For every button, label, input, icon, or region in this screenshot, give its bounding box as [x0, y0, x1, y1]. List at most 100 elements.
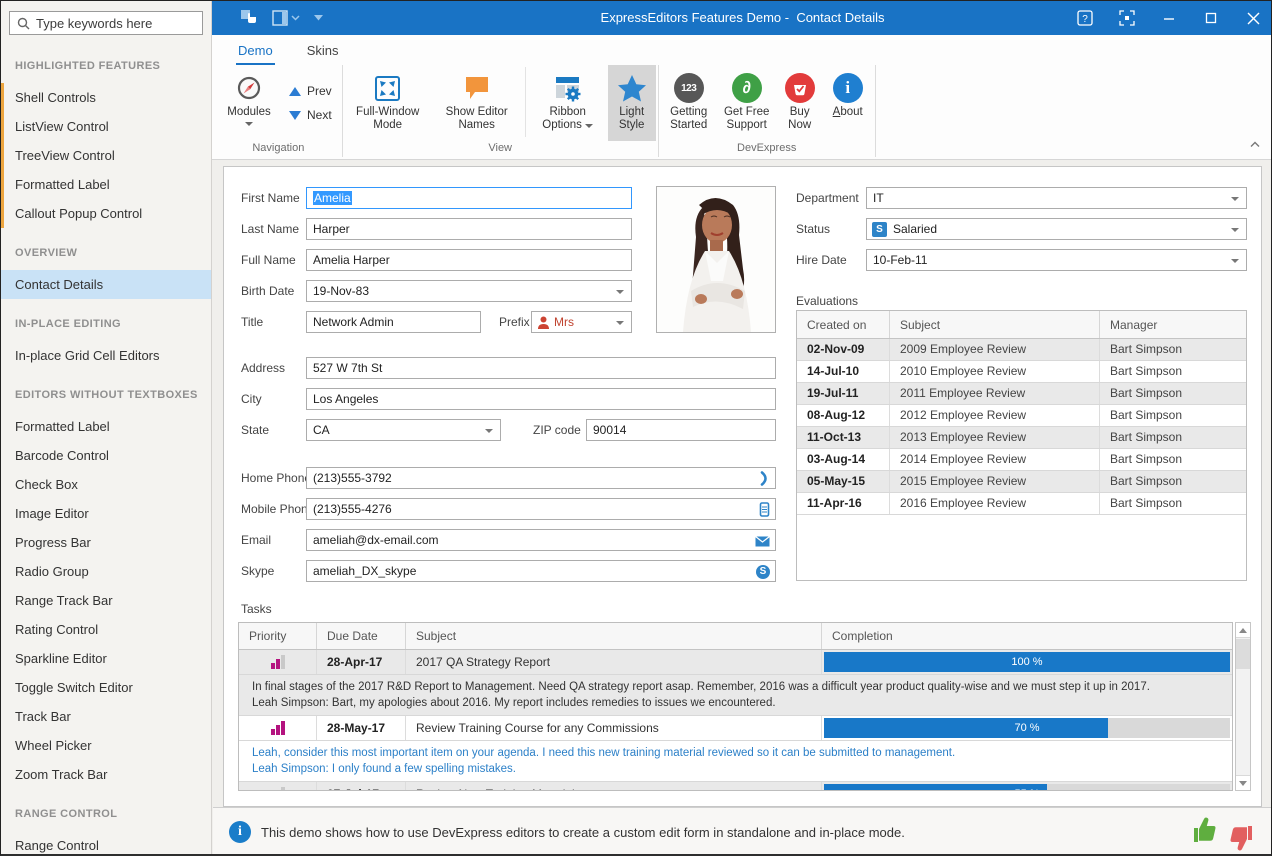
maximize-icon[interactable]: [1203, 10, 1219, 26]
evaluation-row[interactable]: 11-Apr-162016 Employee ReviewBart Simpso…: [797, 493, 1246, 515]
scrollbar-thumb[interactable]: [1236, 639, 1250, 669]
mobile-phone-icon: [759, 502, 770, 517]
tab-skins[interactable]: Skins: [305, 39, 341, 65]
next-button[interactable]: Next: [289, 108, 332, 122]
task-row[interactable]: 28-Apr-172017 QA Strategy Report100 %: [239, 650, 1232, 675]
address-input[interactable]: 527 W 7th St: [306, 357, 776, 379]
full-window-mode-button[interactable]: Full-Window Mode: [345, 65, 431, 141]
dropdown-arrow-icon[interactable]: [1231, 259, 1239, 263]
about-button[interactable]: i About: [823, 65, 873, 141]
status-combo[interactable]: S Salaried: [866, 218, 1247, 240]
dropdown-arrow-icon[interactable]: [485, 429, 493, 433]
scroll-up-icon[interactable]: [1236, 623, 1250, 638]
birth-date-combo[interactable]: 19-Nov-83: [306, 280, 632, 302]
sidebar-item-zoom-track-bar[interactable]: Zoom Track Bar: [1, 760, 211, 789]
evaluation-row[interactable]: 14-Jul-102010 Employee ReviewBart Simpso…: [797, 361, 1246, 383]
column-header-due-date[interactable]: Due Date: [317, 623, 406, 649]
sidebar-item-formatted-label[interactable]: Formatted Label: [1, 412, 211, 441]
evaluation-row[interactable]: 08-Aug-122012 Employee ReviewBart Simpso…: [797, 405, 1246, 427]
task-row[interactable]: 07-Jul-17Review New Training Material55 …: [239, 782, 1232, 791]
column-header-subject[interactable]: Subject: [890, 311, 1100, 338]
mobile-phone-input[interactable]: (213)555-4276: [306, 498, 776, 520]
eval-subject-cell: 2009 Employee Review: [890, 339, 1100, 360]
email-input[interactable]: ameliah@dx-email.com: [306, 529, 776, 551]
home-phone-input[interactable]: (213)555-3792: [306, 467, 776, 489]
get-free-support-button[interactable]: ∂ Get Free Support: [717, 65, 777, 141]
eval-manager-cell: Bart Simpson: [1100, 427, 1246, 448]
first-name-input[interactable]: Amelia: [306, 187, 632, 209]
column-header-manager[interactable]: Manager: [1100, 311, 1246, 338]
evaluation-row[interactable]: 03-Aug-142014 Employee ReviewBart Simpso…: [797, 449, 1246, 471]
sidebar-item-callout-popup-control[interactable]: Callout Popup Control: [1, 199, 211, 228]
help-icon[interactable]: ?: [1077, 10, 1093, 26]
scroll-down-icon[interactable]: [1236, 775, 1250, 790]
evaluation-row[interactable]: 02-Nov-092009 Employee ReviewBart Simpso…: [797, 339, 1246, 361]
minimize-icon[interactable]: [1161, 10, 1177, 26]
customize-toolbar-icon[interactable]: [272, 10, 288, 26]
touch-mode-icon[interactable]: [240, 9, 258, 27]
person-icon: [537, 316, 550, 330]
task-row[interactable]: 28-May-17Review Training Course for any …: [239, 716, 1232, 741]
city-input[interactable]: Los Angeles: [306, 388, 776, 410]
modules-button[interactable]: Modules: [217, 65, 281, 141]
evaluation-row[interactable]: 05-May-152015 Employee ReviewBart Simpso…: [797, 471, 1246, 493]
sidebar-item-range-track-bar[interactable]: Range Track Bar: [1, 586, 211, 615]
sidebar-item-sparkline-editor[interactable]: Sparkline Editor: [1, 644, 211, 673]
last-name-label: Last Name: [241, 218, 299, 240]
hire-date-combo[interactable]: 10-Feb-11: [866, 249, 1247, 271]
tab-demo[interactable]: Demo: [236, 39, 275, 65]
thumbs-up-icon[interactable]: [1191, 816, 1219, 846]
search-input[interactable]: [36, 16, 212, 31]
state-combo[interactable]: CA: [306, 419, 501, 441]
sidebar-item-in-place-grid-cell-editors[interactable]: In-place Grid Cell Editors: [1, 341, 211, 370]
tasks-scrollbar[interactable]: [1235, 622, 1251, 791]
sidebar-item-contact-details[interactable]: Contact Details: [1, 270, 211, 299]
title-input[interactable]: Network Admin: [306, 311, 481, 333]
sidebar-item-shell-controls[interactable]: Shell Controls: [1, 83, 211, 112]
qat-overflow-icon[interactable]: [314, 15, 323, 21]
fullscreen-icon[interactable]: [1119, 10, 1135, 26]
ribbon-options-button[interactable]: Ribbon Options: [528, 65, 608, 141]
full-name-input[interactable]: Amelia Harper: [306, 249, 632, 271]
dropdown-arrow-icon[interactable]: [1231, 228, 1239, 232]
sidebar-item-rating-control[interactable]: Rating Control: [1, 615, 211, 644]
collapse-ribbon-icon[interactable]: [1249, 135, 1261, 153]
sidebar-item-treeview-control[interactable]: TreeView Control: [1, 141, 211, 170]
sidebar-item-formatted-label[interactable]: Formatted Label: [1, 170, 211, 199]
close-icon[interactable]: [1245, 10, 1261, 26]
prefix-combo[interactable]: Mrs: [531, 311, 632, 333]
evaluation-row[interactable]: 19-Jul-112011 Employee ReviewBart Simpso…: [797, 383, 1246, 405]
sidebar-item-toggle-switch-editor[interactable]: Toggle Switch Editor: [1, 673, 211, 702]
prev-button[interactable]: Prev: [289, 84, 332, 98]
dropdown-arrow-icon[interactable]: [616, 290, 624, 294]
dropdown-arrow-icon[interactable]: [1231, 197, 1239, 201]
light-style-button[interactable]: Light Style: [608, 65, 656, 141]
skype-input[interactable]: ameliah_DX_skype S: [306, 560, 776, 582]
buy-now-button[interactable]: Buy Now: [777, 65, 823, 141]
sidebar-item-progress-bar[interactable]: Progress Bar: [1, 528, 211, 557]
column-header-completion[interactable]: Completion: [822, 623, 1232, 649]
last-name-input[interactable]: Harper: [306, 218, 632, 240]
column-header-created-on[interactable]: Created on: [797, 311, 890, 338]
sidebar-item-barcode-control[interactable]: Barcode Control: [1, 441, 211, 470]
toolbar-dropdown-icon[interactable]: [291, 15, 300, 21]
dropdown-arrow-icon[interactable]: [616, 321, 624, 325]
sidebar-item-wheel-picker[interactable]: Wheel Picker: [1, 731, 211, 760]
column-header-subject[interactable]: Subject: [406, 623, 822, 649]
zip-input[interactable]: 90014: [586, 419, 776, 441]
sidebar-item-check-box[interactable]: Check Box: [1, 470, 211, 499]
sidebar-item-image-editor[interactable]: Image Editor: [1, 499, 211, 528]
evaluation-row[interactable]: 11-Oct-132013 Employee ReviewBart Simpso…: [797, 427, 1246, 449]
sidebar-item-track-bar[interactable]: Track Bar: [1, 702, 211, 731]
sidebar-item-listview-control[interactable]: ListView Control: [1, 112, 211, 141]
thumbs-down-icon[interactable]: [1227, 822, 1255, 852]
column-header-priority[interactable]: Priority: [239, 623, 317, 649]
getting-started-button[interactable]: 123 Getting Started: [661, 65, 717, 141]
phone-icon: [760, 471, 770, 486]
department-combo[interactable]: IT: [866, 187, 1247, 209]
show-editor-names-button[interactable]: Show Editor Names: [431, 65, 523, 141]
sidebar-item-radio-group[interactable]: Radio Group: [1, 557, 211, 586]
ribbon: Demo Skins Modules: [212, 35, 1272, 160]
sidebar-item-range-control[interactable]: Range Control: [1, 831, 211, 854]
search-box[interactable]: [9, 11, 203, 35]
